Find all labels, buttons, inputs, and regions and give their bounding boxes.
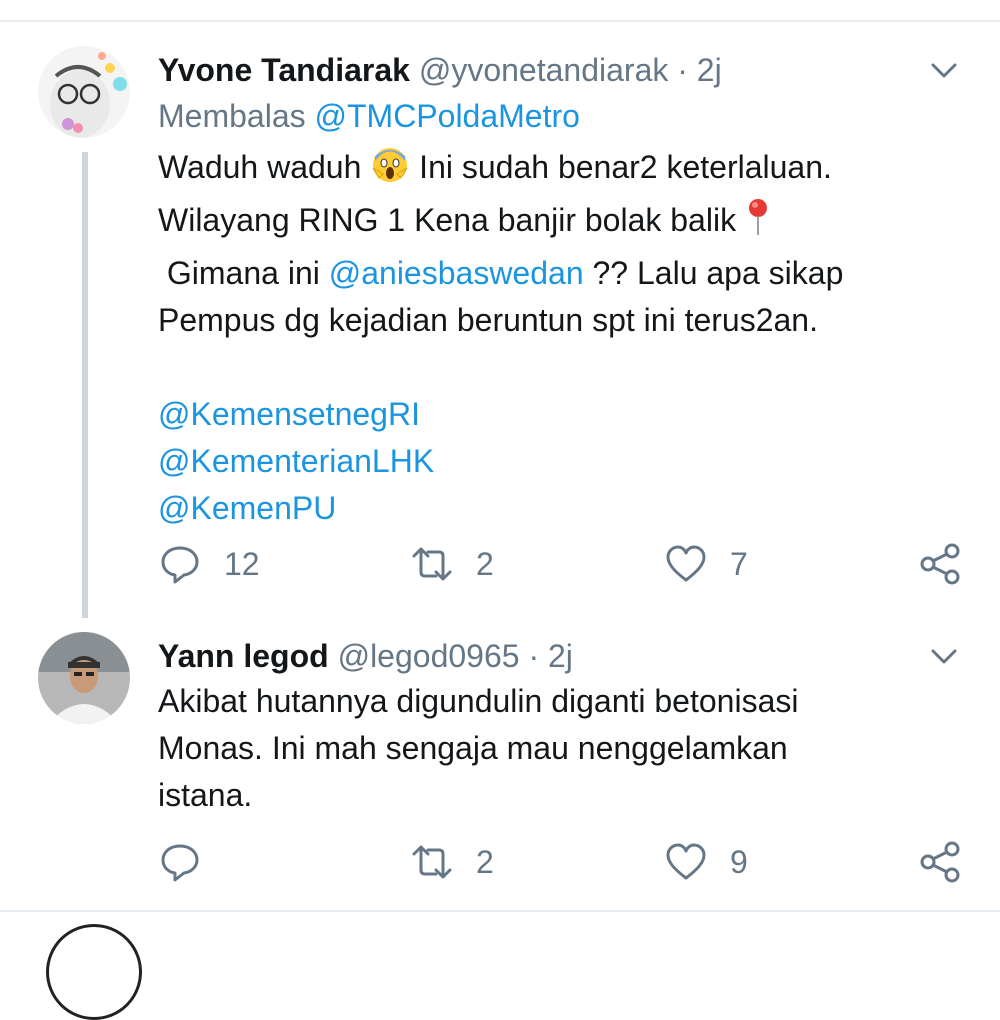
separator-dot: · bbox=[677, 52, 688, 88]
avatar[interactable] bbox=[38, 46, 130, 138]
top-divider bbox=[0, 20, 1000, 22]
separator-dot: · bbox=[528, 638, 540, 674]
bottom-divider bbox=[0, 910, 1000, 912]
tweet-header: Yann legod @legod0965 · 2j bbox=[158, 636, 573, 676]
text-segment: Gimana ini bbox=[166, 255, 320, 291]
mention-link[interactable]: @KemensetnegRI bbox=[158, 391, 958, 438]
share-button[interactable] bbox=[918, 840, 962, 884]
text-line: istana. bbox=[158, 777, 253, 813]
timestamp[interactable]: 2j bbox=[697, 52, 722, 88]
retweet-count: 2 bbox=[476, 545, 494, 582]
author-name[interactable]: Yvone Tandiarak bbox=[158, 52, 410, 88]
reply-mention[interactable]: @TMCPoldaMetro bbox=[315, 98, 580, 134]
mention-link[interactable]: @aniesbaswedan bbox=[329, 255, 584, 291]
round-pushpin-icon bbox=[745, 197, 771, 250]
text-line: Waduh waduh Ini sudah benar2 keterlaluan… bbox=[158, 144, 958, 197]
text-segment: Waduh waduh bbox=[158, 149, 362, 185]
retweet-count: 2 bbox=[476, 843, 494, 880]
reply-button[interactable] bbox=[158, 840, 224, 884]
author-name[interactable]: Yann legod bbox=[158, 638, 329, 674]
mention-link[interactable]: @KemenPU bbox=[158, 485, 958, 532]
reply-icon bbox=[161, 844, 199, 882]
share-button[interactable] bbox=[918, 542, 962, 586]
author-handle[interactable]: @yvonetandiarak bbox=[419, 52, 669, 88]
retweet-icon bbox=[412, 547, 452, 581]
chevron-down-icon[interactable] bbox=[928, 640, 960, 672]
tweet-header: Yvone Tandiarak @yvonetandiarak · 2j bbox=[158, 50, 722, 90]
avatar[interactable] bbox=[46, 924, 142, 1020]
reply-prefix: Membalas bbox=[158, 98, 306, 134]
like-icon bbox=[666, 545, 706, 582]
retweet-icon bbox=[412, 845, 452, 879]
text-line: Pempus dg kejadian beruntun spt ini teru… bbox=[158, 302, 818, 338]
face-screaming-in-fear-icon bbox=[370, 144, 410, 197]
avatar[interactable] bbox=[38, 632, 130, 724]
text-segment: Ini sudah benar2 keterlaluan. bbox=[419, 149, 832, 185]
author-handle[interactable]: @legod0965 bbox=[338, 638, 520, 674]
reply-context: Membalas @TMCPoldaMetro bbox=[158, 96, 580, 136]
text-segment: Wilayang RING 1 Kena banjir bolak balik bbox=[158, 202, 737, 238]
share-icon bbox=[920, 543, 960, 585]
chevron-down-icon[interactable] bbox=[928, 54, 960, 86]
tweet-text: Akibat hutannya digundulin diganti beton… bbox=[158, 678, 958, 819]
text-line: Wilayang RING 1 Kena banjir bolak balik bbox=[158, 197, 958, 250]
text-segment: ?? Lalu apa sikap bbox=[592, 255, 844, 291]
reply-icon bbox=[161, 546, 199, 584]
mention-link[interactable]: @KementerianLHK bbox=[158, 438, 958, 485]
timestamp[interactable]: 2j bbox=[548, 638, 573, 674]
like-icon bbox=[666, 843, 706, 880]
like-button[interactable]: 7 bbox=[664, 542, 748, 586]
reply-count: 12 bbox=[224, 545, 260, 582]
thread-line bbox=[82, 152, 88, 618]
like-count: 9 bbox=[730, 843, 748, 880]
tweet-text: Waduh waduh Ini sudah benar2 keterlaluan… bbox=[158, 144, 958, 532]
retweet-button[interactable]: 2 bbox=[410, 840, 494, 884]
like-count: 7 bbox=[730, 545, 748, 582]
retweet-button[interactable]: 2 bbox=[410, 542, 494, 586]
text-line: Gimana ini @aniesbaswedan ?? Lalu apa si… bbox=[158, 250, 958, 297]
reply-button[interactable]: 12 bbox=[158, 542, 260, 586]
share-icon bbox=[920, 841, 960, 883]
text-line: Akibat hutannya digundulin diganti beton… bbox=[158, 683, 799, 719]
text-line: Monas. Ini mah sengaja mau nenggelamkan bbox=[158, 730, 788, 766]
like-button[interactable]: 9 bbox=[664, 840, 748, 884]
